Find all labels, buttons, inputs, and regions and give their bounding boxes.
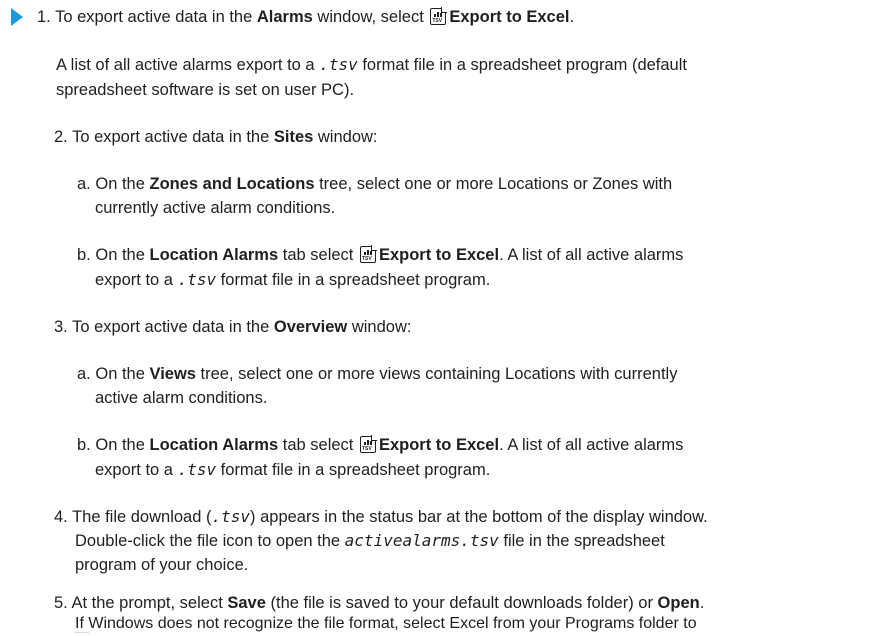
export-to-excel-label: Export to Excel — [449, 8, 570, 26]
file-extension: .tsv — [319, 55, 358, 74]
step-5: 5. At the prompt, select Save (the file … — [54, 594, 705, 612]
step-4-line-2: Double-click the file icon to open the a… — [75, 531, 665, 550]
step-3a-line-2: active alarm conditions. — [95, 389, 268, 407]
export-to-excel-label: Export to Excel — [378, 246, 500, 264]
step-number: 1. — [37, 8, 51, 26]
export-to-excel-label: Export to Excel — [378, 436, 500, 454]
location-alarms-tab-label: Location Alarms — [149, 436, 279, 454]
step-2b: b. On the Location Alarms tab select TSV… — [77, 245, 684, 264]
file-extension: .tsv — [177, 460, 217, 479]
open-option-label: Open — [657, 594, 700, 612]
step-4-line-3: program of your choice. — [75, 556, 249, 574]
step-3: 3. To export active data in the Overview… — [54, 318, 412, 336]
section-marker-arrow-icon — [11, 8, 23, 26]
step-1-note-line-1: A list of all active alarms export to a … — [56, 55, 687, 74]
file-extension: .tsv — [177, 270, 217, 289]
views-tree-label: Views — [149, 365, 196, 383]
step-1: 1. To export active data in the Alarms w… — [37, 7, 575, 26]
location-alarms-tab-label: Location Alarms — [149, 246, 279, 264]
step-3a: a. On the Views tree, select one or more… — [77, 365, 678, 383]
excel-export-icon: TSV — [359, 435, 377, 453]
alarms-window-label: Alarms — [256, 8, 313, 26]
step-3b: b. On the Location Alarms tab select TSV… — [77, 435, 684, 454]
overview-window-label: Overview — [273, 318, 348, 336]
step-4: 4. The file download (.tsv) appears in t… — [54, 507, 708, 526]
file-name: activealarms.tsv — [344, 531, 499, 550]
step-1-note-line-2: spreadsheet software is set on user PC). — [56, 81, 355, 99]
excel-export-icon: TSV — [430, 7, 447, 25]
step-2a-line-2: currently active alarm conditions. — [95, 199, 336, 217]
zones-and-locations-label: Zones and Locations — [149, 175, 315, 193]
step-2a: a. On the Zones and Locations tree, sele… — [77, 175, 673, 193]
file-extension: .tsv — [211, 507, 251, 526]
step-5-note-line-1-visible: If Windows does not recognize the file f… — [75, 615, 697, 632]
step-3b-line-2: export to a .tsv format file in a spread… — [95, 460, 491, 479]
sites-window-label: Sites — [273, 128, 314, 146]
save-option-label: Save — [227, 594, 266, 612]
step-2b-line-2: export to a .tsv format file in a spread… — [95, 270, 491, 289]
step-2: 2. To export active data in the Sites wi… — [54, 128, 378, 146]
step-5-note-line-2: view the file and make changes. — [75, 633, 90, 634]
excel-export-icon: TSV — [359, 245, 377, 263]
